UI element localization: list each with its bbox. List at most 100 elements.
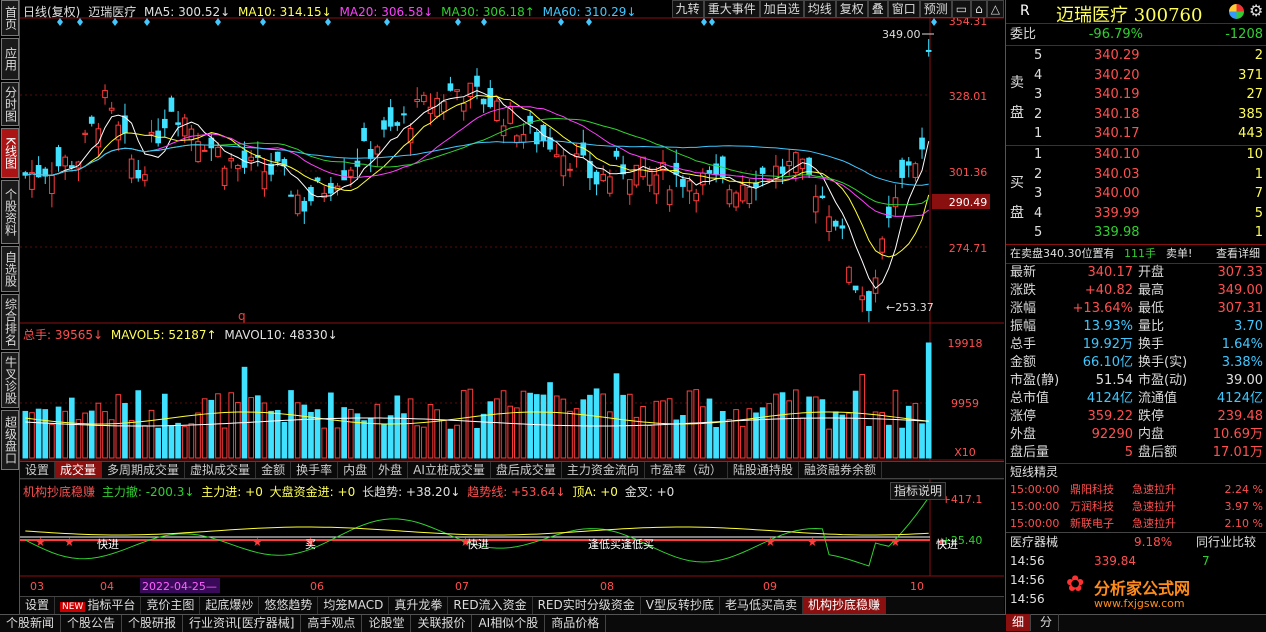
volume-tab-12[interactable]: 陆股通持股 (728, 462, 799, 478)
chart-toolbar-btn-2[interactable]: 加自选 (759, 0, 804, 18)
volume-tab-13[interactable]: 融资融券余额 (799, 462, 882, 478)
volume-tab-9[interactable]: 盘后成交量 (491, 462, 562, 478)
footer-link-6[interactable]: 关联报价 (411, 615, 473, 632)
tick-time: 14:56 (1010, 592, 1045, 606)
chart-toolbar-btn-1[interactable]: 重大事件 (703, 0, 760, 18)
volume-tab-7[interactable]: 外盘 (373, 462, 409, 478)
depth-row[interactable]: 5 340.29 2 (1006, 47, 1266, 65)
indicator-tick: +417.1 (942, 493, 983, 506)
home-icon[interactable]: ⌂ (971, 0, 987, 18)
gear-icon[interactable]: ⚙ (1249, 1, 1263, 20)
indicator-btn-10[interactable]: 老马低买高卖 (720, 597, 803, 614)
footer-link-4[interactable]: 高手观点 (301, 615, 363, 632)
depth-row[interactable]: 2 340.18 385 (1006, 106, 1266, 124)
indicator-btn-8[interactable]: RED实时分级资金 (533, 597, 641, 614)
indicator-btn-5[interactable]: 均笼MACD (318, 597, 390, 614)
left-tab-3[interactable]: K线图 (1, 128, 19, 178)
volume-tab-5[interactable]: 换手率 (291, 462, 339, 478)
indicator-btn-3[interactable]: 起底爆炒 (200, 597, 260, 614)
volume-tab-3[interactable]: 虚拟成交量 (185, 462, 257, 478)
left-tab-0[interactable]: 首页 (1, 0, 19, 36)
footer-link-2[interactable]: 个股研报 (122, 615, 184, 632)
left-tab-5[interactable]: 自选股 (1, 246, 19, 292)
chart-toolbar-btn-6[interactable]: 窗口 (887, 0, 920, 18)
stat-label: 涨幅 (1010, 301, 1037, 316)
left-tab-8[interactable]: 超级盘口 (1, 410, 19, 470)
left-tab-7[interactable]: 牛叉诊股 (1, 352, 19, 408)
chart-toolbar-btn-7[interactable]: 预测 (919, 0, 952, 18)
chart-toolbar-btn-4[interactable]: 复权 (835, 0, 868, 18)
volume-tab-4[interactable]: 金额 (256, 462, 292, 478)
color-wheel-icon[interactable] (1229, 4, 1244, 19)
depth-row[interactable]: 1 340.10 10 (1006, 146, 1266, 164)
indicator-btn-4[interactable]: 悠悠趋势 (259, 597, 319, 614)
indicator-btn-11[interactable]: 机构抄底稳赚 (802, 597, 886, 614)
kline-chart-area[interactable]: 354.31 328.01 301.36 290.49 274.71 19918 9959 X… (20, 0, 1004, 611)
quote-foot-tab-0[interactable]: 细 (1006, 614, 1032, 631)
depth-volume: 10 (1246, 147, 1263, 162)
depth-row[interactable]: 3 340.19 27 (1006, 86, 1266, 104)
indicator-btn-label-5: 均笼MACD (323, 598, 384, 612)
indicator-btn-9[interactable]: V型反转抄底 (641, 597, 720, 614)
news-item[interactable]: 15:00:00 新联电子 急速拉升 2.10 % (1006, 515, 1266, 532)
news-stock: 新联电子 (1070, 517, 1114, 530)
footer-link-8[interactable]: 商品价格 (545, 615, 607, 632)
indicator-signal-label: 快进 (467, 538, 489, 551)
buy-side-label: 买盘 (1010, 175, 1024, 221)
volume-tab-8[interactable]: AI立桩成交量 (408, 462, 491, 478)
order-notice[interactable]: 在卖盘340.30位置有 111手 卖单! 查看详细 (1006, 245, 1266, 263)
stat-label: 总手 (1010, 337, 1037, 352)
collapse-icon[interactable]: △ (986, 0, 1004, 18)
depth-row[interactable]: 3 340.00 7 (1006, 185, 1266, 203)
footer-link-3[interactable]: 行业资讯[医疗器械] (183, 615, 302, 632)
news-item[interactable]: 15:00:00 鼎阳科技 急速拉升 2.24 % (1006, 481, 1266, 498)
indicator-btn-1[interactable]: NEW 指标平台 (55, 597, 142, 614)
depth-volume: 27 (1246, 87, 1263, 102)
news-item[interactable]: 15:00:00 万润科技 急速拉升 3.97 % (1006, 498, 1266, 515)
depth-row[interactable]: 1 340.17 443 (1006, 125, 1266, 143)
quote-foot-tab-1[interactable]: 分 (1034, 614, 1060, 631)
footer-link-1[interactable]: 个股公告 (61, 615, 123, 632)
ind-top-a: 顶A: +0 (572, 485, 618, 499)
chart-toolbar-btn-0[interactable]: 九转 (671, 0, 704, 18)
left-tab-4[interactable]: 个股资料 (1, 180, 19, 244)
indicator-btn-6[interactable]: 真升龙拳 (389, 597, 449, 614)
chart-toolbar: 九转 重大事件 加自选 均线 复权叠窗口 预测 ▭ ⌂ △ (671, 0, 1004, 18)
indicator-btn-7[interactable]: RED流入资金 (448, 597, 533, 614)
indicator-help-button[interactable]: 指标说明 (890, 482, 947, 500)
stat-row: 金额 66.10亿 换手(实) 3.38% (1006, 354, 1266, 372)
notice-detail-link[interactable]: 查看详细 (1216, 245, 1260, 263)
chart-toolbar-btn-5[interactable]: 叠 (867, 0, 888, 18)
stat-value-2: 17.01万 (1212, 445, 1263, 460)
volume-tab-1[interactable]: 成交量 (55, 462, 103, 478)
window-close-icon[interactable]: ▭ (951, 0, 972, 18)
depth-row[interactable]: 4 340.20 371 (1006, 67, 1266, 85)
indicator-btn-0[interactable]: 设置 (20, 597, 56, 614)
indicator-btn-2[interactable]: 竞价主图 (141, 597, 201, 614)
volume-tab-10[interactable]: 主力资金流向 (562, 462, 645, 478)
stat-row: 外盘 92290 内盘 10.69万 (1006, 426, 1266, 444)
sector-compare-link[interactable]: 同行业比较 (1196, 533, 1256, 551)
news-pct: 3.97 % (1224, 500, 1263, 513)
depth-row[interactable]: 4 339.99 5 (1006, 205, 1266, 223)
chart-canvas[interactable]: 354.31328.01301.36290.49274.71199189959X… (20, 0, 1004, 611)
indicator-btn-label-8: RED实时分级资金 (537, 598, 635, 612)
depth-price: 339.99 (1094, 205, 1140, 221)
stat-label-2: 盘后额 (1138, 445, 1178, 460)
volume-tab-2[interactable]: 多周期成交量 (102, 462, 186, 478)
left-tab-6[interactable]: 综合排名 (1, 294, 19, 350)
depth-level: 5 (1034, 48, 1043, 63)
ma20-value: MA20: 306.58↓ (339, 5, 434, 19)
volume-tab-0[interactable]: 设置 (20, 462, 56, 478)
footer-link-7[interactable]: AI相似个股 (472, 615, 546, 632)
chart-toolbar-btn-3[interactable]: 均线 (803, 0, 836, 18)
footer-link-0[interactable]: 个股新闻 (0, 615, 62, 632)
volume-tab-11[interactable]: 市盈率（动） (645, 462, 728, 478)
depth-row[interactable]: 5 339.98 1 (1006, 224, 1266, 242)
sector-row[interactable]: 医疗器械 9.18% 同行业比较 (1006, 532, 1266, 550)
footer-link-5[interactable]: 论股堂 (362, 615, 412, 632)
left-tab-1[interactable]: 应用 (1, 38, 19, 80)
volume-tab-6[interactable]: 内盘 (338, 462, 374, 478)
left-tab-2[interactable]: 分时图 (1, 82, 19, 126)
depth-row[interactable]: 2 340.03 1 (1006, 166, 1266, 184)
